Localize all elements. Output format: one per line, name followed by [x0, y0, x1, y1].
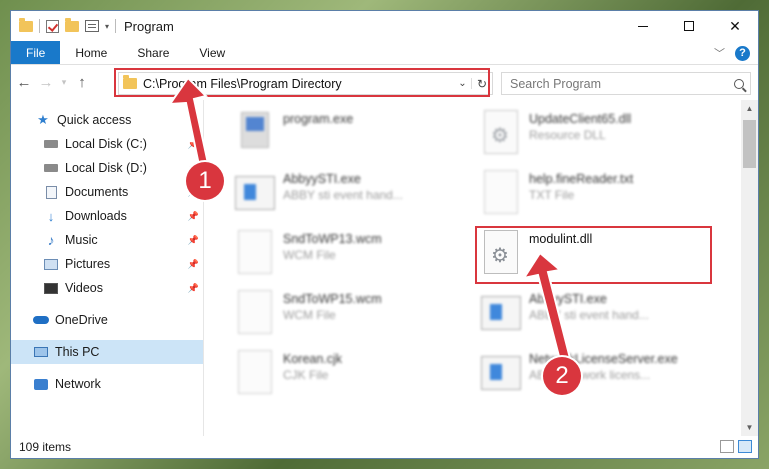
- step-1-badge: 1: [186, 162, 224, 200]
- arrow-2: [521, 251, 574, 370]
- annotation-arrows: [168, 76, 574, 370]
- arrow-1: [168, 76, 211, 172]
- step-2-badge: 2: [543, 357, 581, 395]
